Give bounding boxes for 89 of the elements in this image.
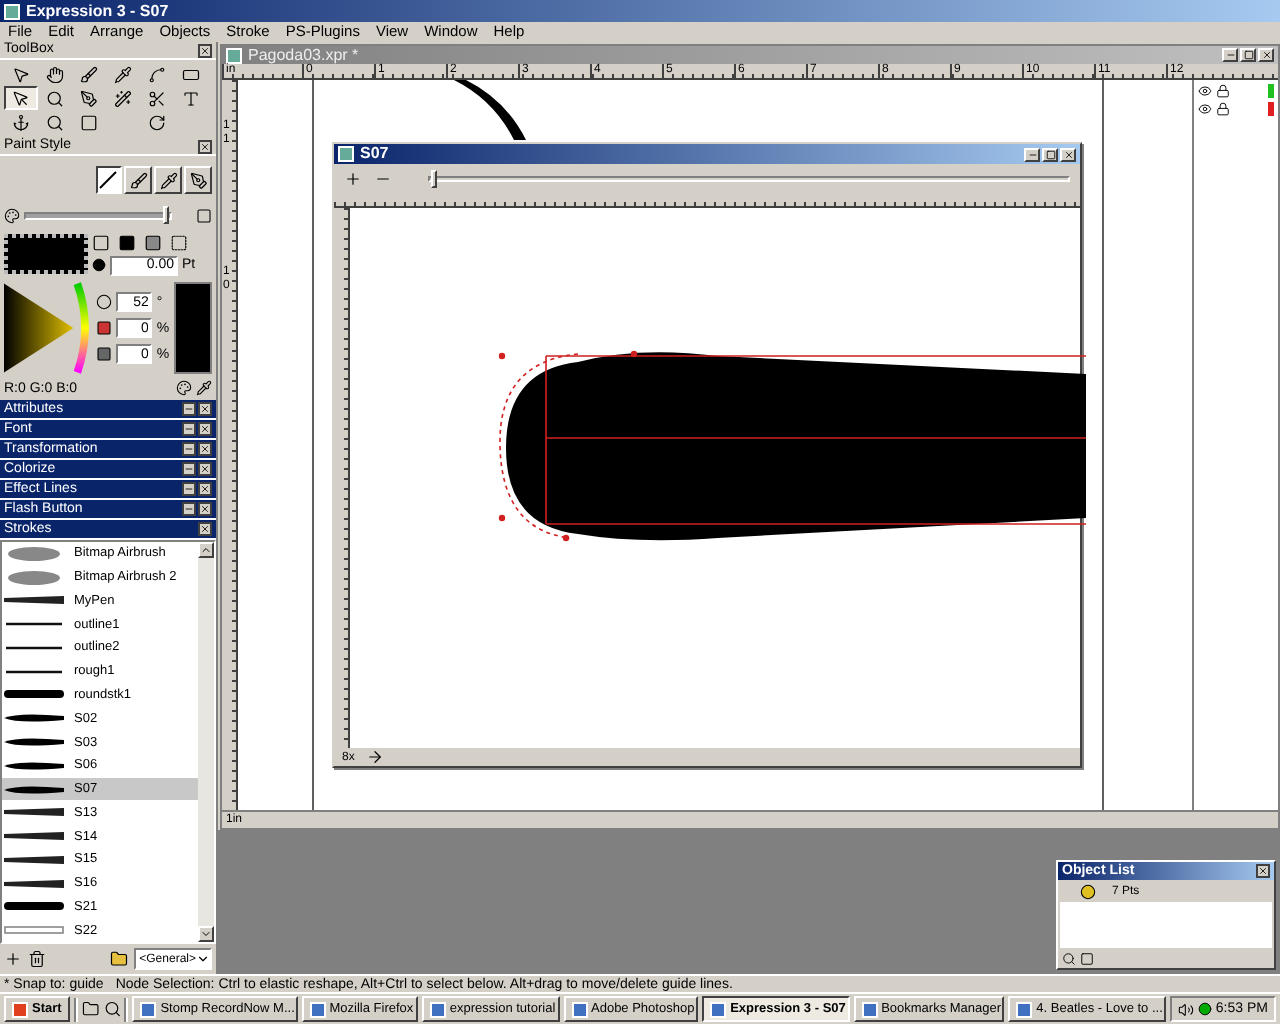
frame-icon — [182, 65, 200, 83]
speaker-icon — [1177, 1001, 1194, 1017]
anchor-icon — [12, 113, 30, 131]
slider-thumb[interactable] — [163, 206, 169, 224]
close-button[interactable] — [198, 482, 212, 496]
stroke-preview-icon — [2, 543, 66, 564]
status-icon — [1197, 1002, 1212, 1016]
maximize-button[interactable] — [1240, 48, 1256, 62]
pipette-icon — [114, 65, 132, 83]
curve-icon — [148, 65, 166, 83]
dot-icon — [92, 258, 106, 272]
stroke-preview-icon — [2, 567, 66, 588]
slider-thumb[interactable] — [431, 169, 437, 187]
rotate-icon — [148, 113, 166, 131]
minimize-button[interactable] — [182, 482, 196, 496]
color-swatch[interactable] — [4, 234, 88, 274]
brush-icon — [80, 65, 98, 83]
tool-button[interactable] — [4, 86, 38, 110]
line-icon — [98, 170, 119, 190]
text-icon — [182, 89, 200, 107]
opacity-slider[interactable] — [24, 212, 172, 220]
brush-icon — [129, 171, 148, 189]
brightness-icon — [96, 346, 113, 362]
caret-up-icon — [200, 544, 212, 556]
close-button[interactable] — [1256, 864, 1270, 878]
square-icon — [196, 208, 212, 224]
close-button[interactable] — [198, 522, 212, 536]
stroke-type-button[interactable] — [95, 166, 123, 194]
close-button[interactable] — [198, 422, 212, 436]
close-button[interactable] — [198, 402, 212, 416]
close-button[interactable] — [198, 462, 212, 476]
document-icon — [226, 47, 242, 63]
hue-icon — [96, 294, 113, 310]
magnifier-icon — [46, 113, 64, 131]
pattern-fill-icon — [170, 233, 188, 251]
maximize-button[interactable] — [1042, 147, 1058, 161]
document-icon — [338, 146, 354, 162]
window-title: Expression 3 - S07 — [26, 1, 169, 21]
folder-icon — [109, 950, 128, 968]
pipette-icon — [159, 171, 178, 189]
search-icon — [46, 89, 64, 107]
pipette-icon — [196, 380, 212, 396]
trash-icon — [28, 950, 46, 968]
minimize-button[interactable] — [182, 402, 196, 416]
wand-icon — [114, 89, 132, 107]
close-button[interactable] — [198, 43, 212, 57]
minimize-button[interactable] — [182, 442, 196, 456]
gradient-fill-icon — [144, 233, 162, 251]
minimize-icon — [1225, 50, 1235, 60]
desktop-icon — [81, 1000, 99, 1018]
lock-icon — [1216, 102, 1230, 116]
app-icon — [4, 3, 20, 19]
window-title: S07 — [360, 144, 389, 164]
scrollbar[interactable] — [198, 542, 214, 942]
close-button[interactable] — [198, 502, 212, 516]
search-icon — [1062, 952, 1076, 966]
points-icon — [1080, 884, 1096, 900]
minimize-button[interactable] — [182, 502, 196, 516]
close-button[interactable] — [198, 139, 212, 153]
maximize-icon — [1243, 50, 1253, 60]
document-title: Pagoda03.xpr * — [248, 45, 359, 64]
saturation-icon — [96, 320, 113, 336]
pen-icon — [189, 171, 208, 189]
stroke-preview-icon — [2, 732, 66, 752]
palette-icon — [4, 208, 20, 224]
eye-icon — [1198, 84, 1212, 98]
eye-icon — [1198, 102, 1212, 116]
maximize-icon — [1045, 149, 1055, 159]
minimize-button[interactable] — [182, 422, 196, 436]
color-preview — [173, 282, 212, 374]
arrow-icon — [366, 748, 385, 766]
no-fill-icon — [92, 233, 110, 251]
solid-fill-icon — [118, 233, 136, 251]
close-button[interactable] — [198, 442, 212, 456]
color-wheel-icon — [176, 380, 192, 396]
color-triangle-drawing — [4, 282, 93, 374]
scissors-icon — [148, 89, 166, 107]
pen-icon — [80, 89, 98, 107]
lock-icon — [1216, 84, 1230, 98]
square-icon — [1080, 952, 1094, 966]
hand-icon — [46, 65, 64, 83]
new-stroke-icon — [4, 950, 22, 968]
search-icon — [103, 1000, 121, 1018]
zoom-in-icon — [344, 169, 362, 187]
pointer-icon — [12, 89, 30, 107]
minimize-button[interactable] — [182, 462, 196, 476]
pointer-icon — [12, 65, 30, 83]
rectangle-icon — [80, 113, 98, 131]
minimize-icon — [1027, 149, 1037, 159]
